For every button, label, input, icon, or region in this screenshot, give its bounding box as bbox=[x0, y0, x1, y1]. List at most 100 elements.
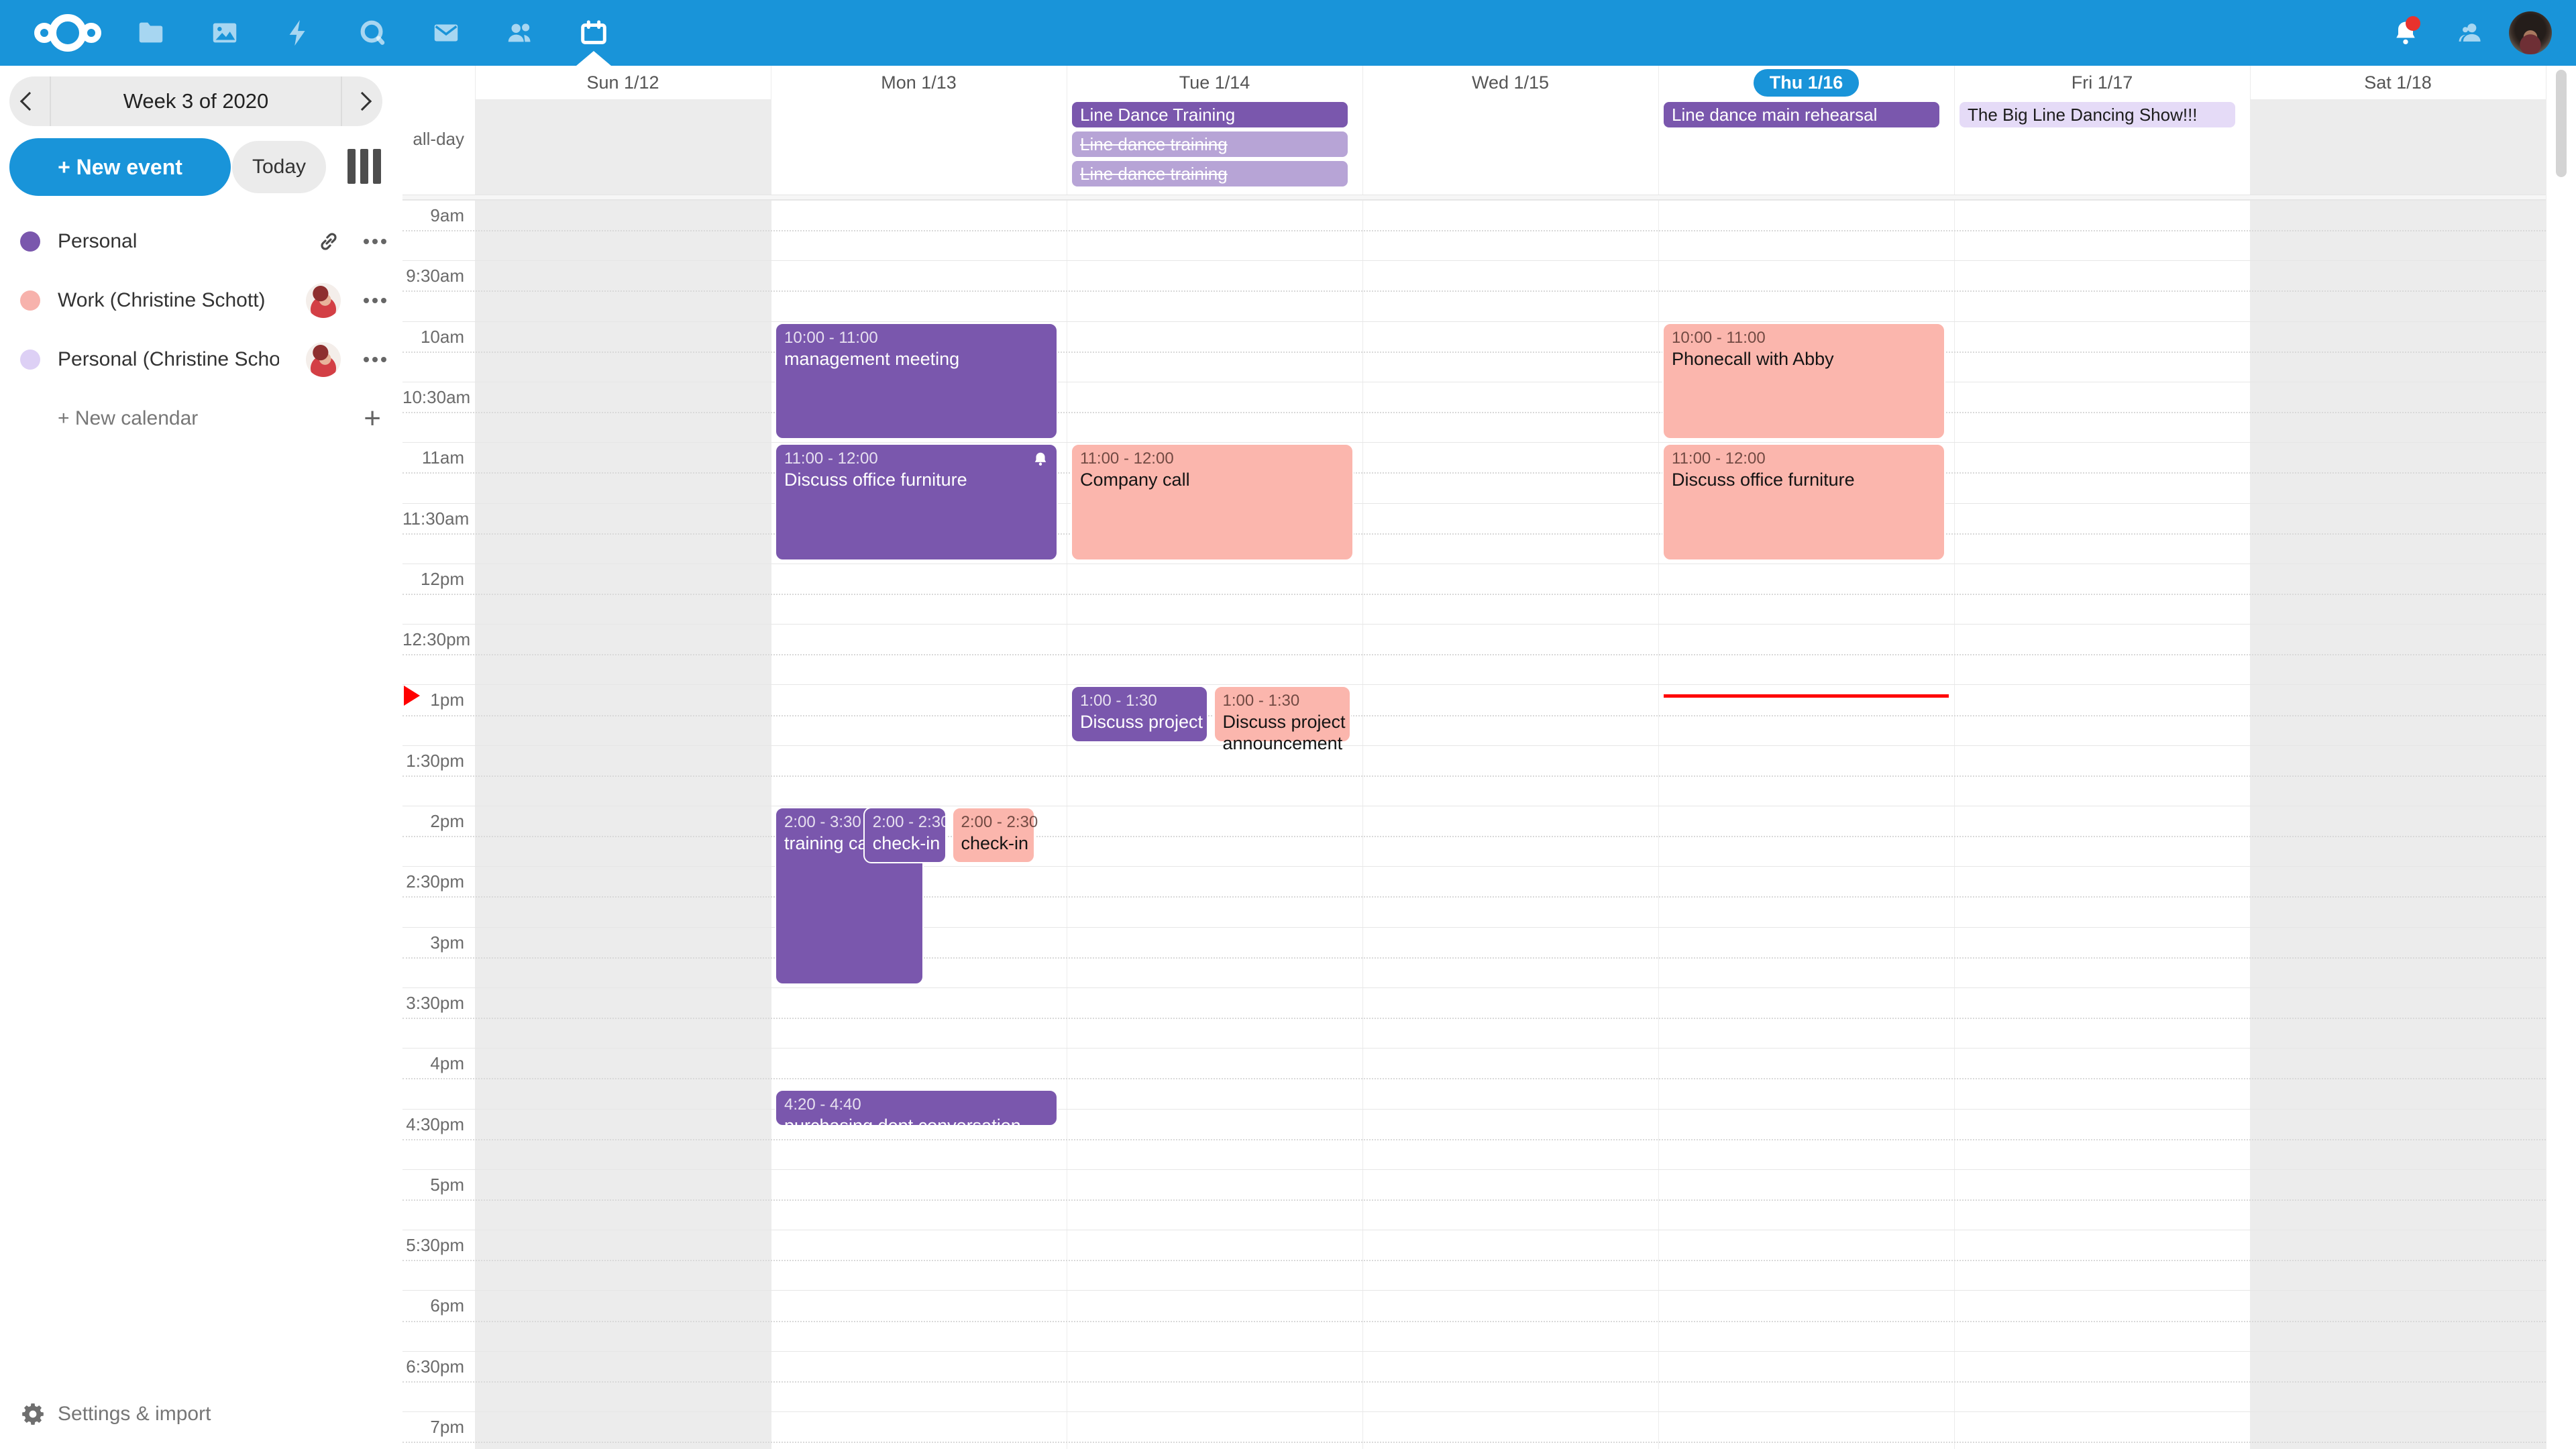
mail-icon bbox=[431, 17, 462, 48]
event-title: check-in bbox=[961, 833, 1030, 854]
halfhour-gridline bbox=[402, 1169, 2546, 1170]
day-header-thu[interactable]: Thu 1/16 bbox=[1658, 66, 1954, 99]
allday-event[interactable]: Line dance training bbox=[1072, 161, 1348, 186]
halfhour-gridline bbox=[402, 442, 2546, 443]
event-time: 2:00 - 2:30 bbox=[873, 812, 942, 833]
day-header-fri[interactable]: Fri 1/17 bbox=[1954, 66, 2250, 99]
event-time: 1:00 - 1:30 bbox=[1080, 691, 1203, 711]
person-icon bbox=[2455, 18, 2485, 48]
today-button[interactable]: Today bbox=[232, 141, 326, 193]
allday-event[interactable]: Line Dance Training bbox=[1072, 102, 1348, 127]
app-mail[interactable] bbox=[409, 0, 483, 66]
quarterhour-gridline bbox=[402, 533, 2546, 535]
settings-import-label: Settings & import bbox=[58, 1403, 211, 1426]
notifications-button[interactable] bbox=[2373, 0, 2438, 66]
event-discuss-project-announcement[interactable]: 1:00 - 1:30Discuss project announcement bbox=[1071, 686, 1208, 742]
alarm-bell-icon bbox=[1031, 450, 1050, 469]
current-time-marker bbox=[404, 686, 420, 706]
day-header-sun[interactable]: Sun 1/12 bbox=[475, 66, 771, 99]
event-check-in[interactable]: 2:00 - 2:30check-in bbox=[952, 807, 1036, 863]
app-contacts[interactable] bbox=[483, 0, 557, 66]
quarterhour-gridline bbox=[402, 836, 2546, 837]
event-discuss-project-announcement[interactable]: 1:00 - 1:30Discuss project announcement bbox=[1214, 686, 1351, 742]
time-label: 2:30pm bbox=[402, 871, 464, 892]
app-menu bbox=[114, 0, 631, 66]
allday-event[interactable]: Line dance training bbox=[1072, 131, 1348, 157]
share-link-icon[interactable] bbox=[317, 229, 341, 254]
halfhour-gridline bbox=[402, 200, 2546, 201]
top-bar bbox=[0, 0, 2576, 66]
plus-icon: + bbox=[364, 402, 381, 435]
week-view-toggle[interactable] bbox=[347, 149, 381, 184]
calendar-menu-icon[interactable] bbox=[364, 239, 386, 244]
vertical-scrollbar[interactable] bbox=[2546, 66, 2576, 1449]
app-photos[interactable] bbox=[188, 0, 262, 66]
date-range-picker: Week 3 of 2020 bbox=[9, 76, 382, 126]
event-phonecall-with-abby[interactable]: 10:00 - 11:00Phonecall with Abby bbox=[1662, 323, 1945, 440]
new-calendar-button[interactable]: + New calendar + bbox=[0, 389, 402, 448]
previous-week-button[interactable] bbox=[9, 76, 51, 126]
event-title: Company call bbox=[1080, 469, 1348, 490]
app-files[interactable] bbox=[114, 0, 188, 66]
time-label: 9:30am bbox=[402, 266, 464, 286]
halfhour-gridline bbox=[402, 1048, 2546, 1049]
event-check-in[interactable]: 2:00 - 2:30check-in bbox=[863, 807, 947, 863]
header-gutter-spacer bbox=[402, 66, 475, 99]
time-label: 10:30am bbox=[402, 387, 464, 408]
day-header-mon[interactable]: Mon 1/13 bbox=[771, 66, 1067, 99]
day-header-sat[interactable]: Sat 1/18 bbox=[2250, 66, 2546, 99]
allday-grid-divider bbox=[402, 195, 2546, 200]
event-discuss-office-furniture[interactable]: 11:00 - 12:00Discuss office furniture bbox=[775, 443, 1058, 561]
time-label: 1:30pm bbox=[402, 751, 464, 771]
time-label: 3:30pm bbox=[402, 993, 464, 1014]
event-title: Discuss project announcement bbox=[1080, 711, 1203, 733]
event-discuss-office-furniture[interactable]: 11:00 - 12:00Discuss office furniture bbox=[1662, 443, 1945, 561]
event-time: 11:00 - 12:00 bbox=[1080, 449, 1348, 469]
app-talk[interactable] bbox=[335, 0, 409, 66]
new-event-button[interactable]: + New event bbox=[9, 138, 231, 196]
event-company-call[interactable]: 11:00 - 12:00Company call bbox=[1071, 443, 1354, 561]
halfhour-gridline bbox=[402, 745, 2546, 746]
allday-event[interactable]: The Big Line Dancing Show!!! bbox=[1960, 102, 2235, 127]
event-management-meeting[interactable]: 10:00 - 11:00management meeting bbox=[775, 323, 1058, 440]
quarterhour-gridline bbox=[402, 352, 2546, 353]
app-activity[interactable] bbox=[262, 0, 335, 66]
calendar-item-personal-christine[interactable]: Personal (Christine Scho… bbox=[0, 330, 402, 389]
halfhour-gridline bbox=[402, 684, 2546, 685]
talk-bubble-icon bbox=[357, 17, 388, 48]
quarterhour-gridline bbox=[402, 896, 2546, 898]
calendar-menu-icon[interactable] bbox=[364, 298, 386, 303]
current-time-line bbox=[1664, 694, 1949, 698]
time-label: 4pm bbox=[402, 1053, 464, 1074]
calendar-item-work-christine[interactable]: Work (Christine Schott) bbox=[0, 271, 402, 330]
event-time: 11:00 - 12:00 bbox=[1672, 449, 1940, 469]
user-avatar[interactable] bbox=[2509, 11, 2552, 54]
scrollbar-thumb[interactable] bbox=[2556, 70, 2567, 177]
calendar-item-personal[interactable]: Personal bbox=[0, 212, 402, 271]
settings-import-button[interactable]: Settings & import bbox=[0, 1394, 402, 1434]
folder-icon bbox=[136, 17, 166, 48]
time-grid[interactable]: 9am9:30am10am10:30am11am11:30am12pm12:30… bbox=[402, 200, 2546, 1449]
quarterhour-gridline bbox=[402, 1442, 2546, 1443]
calendar-name: Personal bbox=[58, 230, 137, 253]
week-range-label[interactable]: Week 3 of 2020 bbox=[51, 76, 341, 126]
shared-by-avatar bbox=[306, 283, 341, 318]
calendar-menu-icon[interactable] bbox=[364, 357, 386, 362]
next-week-button[interactable] bbox=[341, 76, 382, 126]
halfhour-gridline bbox=[402, 866, 2546, 867]
sidebar: Week 3 of 2020 + New event Today Persona… bbox=[0, 66, 402, 1449]
quarterhour-gridline bbox=[402, 412, 2546, 413]
allday-event[interactable]: Line dance main rehearsal bbox=[1664, 102, 1939, 127]
time-label: 12:30pm bbox=[402, 629, 464, 650]
halfhour-gridline bbox=[402, 987, 2546, 988]
contacts-search-button[interactable] bbox=[2438, 0, 2502, 66]
day-header-tue[interactable]: Tue 1/14 bbox=[1067, 66, 1362, 99]
halfhour-gridline bbox=[402, 260, 2546, 261]
day-header-wed[interactable]: Wed 1/15 bbox=[1362, 66, 1658, 99]
quarterhour-gridline bbox=[402, 230, 2546, 231]
nextcloud-logo[interactable] bbox=[24, 0, 111, 66]
event-time: 4:20 - 4:40 bbox=[784, 1095, 1053, 1115]
event-purchasing-dept-conversation[interactable]: 4:20 - 4:40purchasing dept conversation bbox=[775, 1089, 1058, 1126]
event-title: purchasing dept conversation bbox=[784, 1115, 1053, 1136]
quarterhour-gridline bbox=[402, 1199, 2546, 1201]
